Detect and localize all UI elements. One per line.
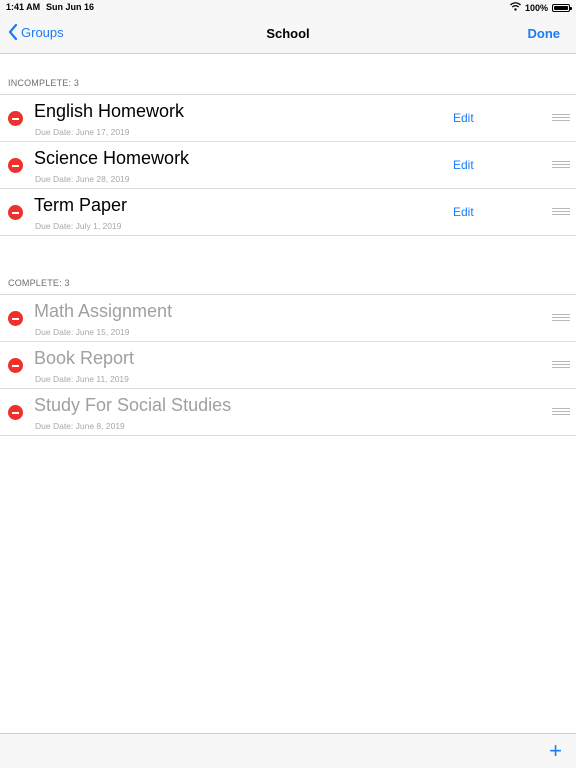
reorder-line	[552, 167, 570, 168]
battery-fill	[554, 5, 568, 10]
reorder-line	[552, 211, 570, 212]
task-title: Study For Social Studies	[34, 395, 232, 415]
reorder-line	[552, 164, 570, 165]
status-date: Sun Jun 16	[46, 2, 95, 12]
app-root: 1:41 AM Sun Jun 16 100% Groups School Do…	[0, 0, 576, 768]
reorder-handle-icon[interactable]	[552, 361, 570, 369]
edit-button[interactable]: Edit	[453, 158, 474, 172]
battery-percent: 100%	[524, 2, 548, 13]
complete-task-list: Math Assignment Due Date: June 15, 2019 Bo…	[0, 295, 576, 436]
reorder-line	[552, 208, 570, 209]
status-time: 1:41 AM	[6, 2, 41, 12]
reorder-handle-icon[interactable]	[552, 161, 570, 169]
status-bar: 1:41 AM Sun Jun 16 100%	[0, 0, 576, 16]
reorder-line	[552, 408, 570, 409]
reorder-line	[552, 314, 570, 315]
task-row[interactable]: Science Homework Due Date: June 28, 2019 E…	[0, 142, 576, 189]
delete-icon[interactable]	[8, 158, 23, 173]
reorder-handle-icon[interactable]	[552, 208, 570, 216]
task-due-date: Due Date: June 17, 2019	[35, 127, 130, 137]
task-row[interactable]: Math Assignment Due Date: June 15, 2019	[0, 295, 576, 342]
reorder-line	[552, 367, 570, 368]
task-title: Term Paper	[34, 195, 128, 215]
task-due-date: Due Date: June 8, 2019	[35, 421, 125, 431]
nav-bar: Groups School Done	[0, 16, 576, 54]
task-due-date: Due Date: June 15, 2019	[35, 327, 130, 337]
reorder-line	[552, 361, 570, 362]
done-button[interactable]: Done	[528, 26, 561, 41]
reorder-line	[552, 114, 570, 115]
incomplete-task-list: English Homework Due Date: June 17, 2019 E…	[0, 95, 576, 236]
delete-icon[interactable]	[8, 358, 23, 373]
task-title: English Homework	[34, 101, 185, 121]
task-title: Math Assignment	[34, 301, 173, 321]
section-header-complete: COMPLETE: 3	[8, 278, 70, 288]
reorder-line	[552, 214, 570, 215]
reorder-handle-icon[interactable]	[552, 408, 570, 416]
plus-icon: +	[549, 738, 562, 763]
reorder-line	[552, 161, 570, 162]
reorder-handle-icon[interactable]	[552, 114, 570, 122]
delete-icon[interactable]	[8, 111, 23, 126]
task-due-date: Due Date: July 1, 2019	[35, 221, 122, 231]
task-title: Science Homework	[34, 148, 190, 168]
reorder-line	[552, 120, 570, 121]
task-due-date: Due Date: June 11, 2019	[35, 374, 129, 384]
edit-button[interactable]: Edit	[453, 205, 474, 219]
section-header-incomplete: INCOMPLETE: 3	[8, 78, 80, 88]
reorder-handle-icon[interactable]	[552, 314, 570, 322]
reorder-line	[552, 317, 570, 318]
page-title: School	[266, 26, 310, 41]
delete-icon[interactable]	[8, 405, 23, 420]
reorder-line	[552, 364, 570, 365]
edit-button[interactable]: Edit	[453, 111, 474, 125]
reorder-line	[552, 414, 570, 415]
bottom-toolbar: +	[0, 733, 576, 768]
delete-icon[interactable]	[8, 311, 23, 326]
reorder-line	[552, 117, 570, 118]
status-right: 100%	[510, 2, 572, 13]
reorder-line	[552, 320, 570, 321]
task-row[interactable]: Book Report Due Date: June 11, 2019	[0, 342, 576, 389]
add-task-button[interactable]: +	[549, 740, 562, 762]
task-row[interactable]: Term Paper Due Date: July 1, 2019 Edit	[0, 189, 576, 236]
task-row[interactable]: Study For Social Studies Due Date: June 8…	[0, 389, 576, 436]
wifi-icon	[510, 2, 521, 13]
task-row[interactable]: English Homework Due Date: June 17, 2019 E…	[0, 95, 576, 142]
delete-icon[interactable]	[8, 205, 23, 220]
battery-icon	[552, 3, 572, 12]
task-due-date: Due Date: June 28, 2019	[35, 174, 130, 184]
reorder-line	[552, 411, 570, 412]
task-title: Book Report	[34, 348, 135, 368]
